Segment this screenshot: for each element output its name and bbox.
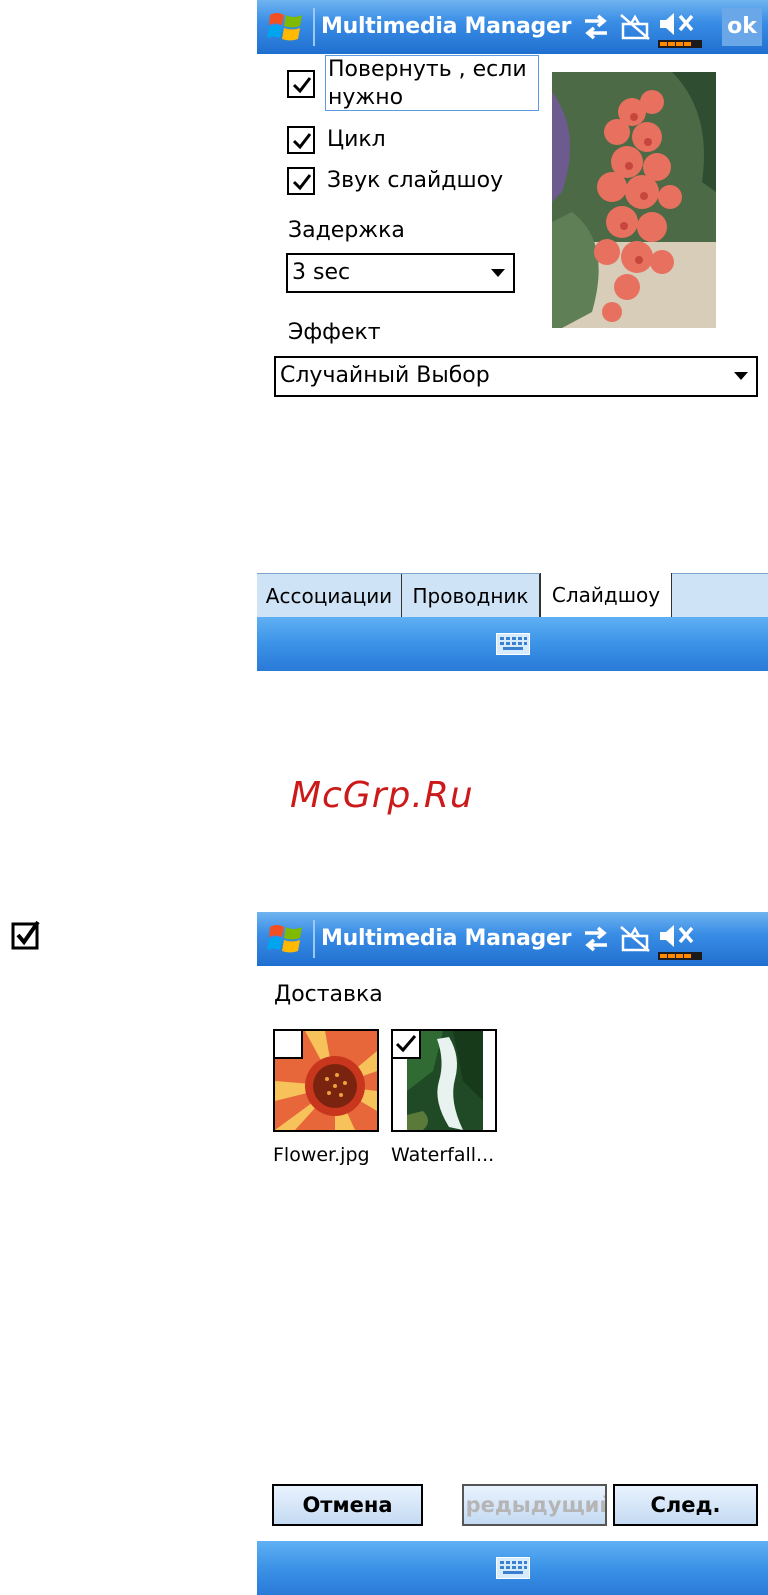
rotate-checkbox[interactable] [287, 70, 315, 98]
tab-strip: Ассоциации Проводник Слайдшоу [257, 573, 768, 619]
cancel-button[interactable]: Отмена [272, 1484, 423, 1526]
delay-value: 3 sec [292, 260, 351, 285]
file-name: Flower.jpg [273, 1144, 370, 1166]
keyboard-icon[interactable] [495, 633, 530, 655]
tab-slideshow[interactable]: Слайдшоу [540, 573, 672, 619]
volume-mute-icon[interactable] [655, 0, 705, 54]
checkbox-icon [11, 920, 41, 950]
loop-checkbox[interactable] [287, 126, 315, 154]
next-button[interactable]: След. [613, 1484, 758, 1526]
ok-button[interactable]: ok [722, 8, 762, 46]
slideshow-sound-checkbox[interactable] [287, 167, 315, 195]
rotate-label[interactable]: Повернуть , если нужно [325, 55, 539, 111]
windows-start-icon[interactable] [261, 912, 311, 966]
file-thumb-waterfall[interactable] [391, 1029, 497, 1132]
loop-label: Цикл [327, 127, 386, 152]
bottom-bar [257, 617, 768, 671]
app-title: Multimedia Manager [321, 926, 572, 951]
tab-explorer[interactable]: Проводник [402, 574, 540, 618]
effect-label: Эффект [288, 320, 381, 345]
effect-value: Случайный Выбор [280, 363, 490, 388]
file-select-checkbox[interactable] [393, 1031, 421, 1059]
chevron-down-icon [491, 269, 505, 277]
title-divider [313, 920, 315, 958]
title-divider [313, 8, 315, 46]
volume-mute-icon[interactable] [655, 912, 705, 966]
title-bar: Multimedia Manager ok [257, 0, 768, 54]
windows-start-icon[interactable] [261, 0, 311, 54]
bottom-bar-2 [257, 1541, 768, 1595]
slideshow-sound-label: Звук слайдшоу [327, 168, 504, 193]
sync-arrows-icon[interactable] [579, 0, 613, 54]
watermark-text: McGrp.Ru [290, 775, 474, 816]
no-signal-icon[interactable] [617, 912, 653, 966]
app-title: Multimedia Manager [321, 14, 572, 39]
file-name: Waterfall... [391, 1144, 495, 1166]
title-bar-2: Multimedia Manager [257, 912, 768, 966]
delay-select[interactable]: 3 sec [286, 253, 515, 293]
effect-select[interactable]: Случайный Выбор [274, 356, 758, 397]
file-select-checkbox[interactable] [275, 1031, 303, 1059]
sync-arrows-icon[interactable] [579, 912, 613, 966]
file-thumb-flower[interactable] [273, 1029, 379, 1132]
delay-label: Задержка [288, 218, 405, 243]
previous-button[interactable]: Предыдущий [462, 1484, 607, 1526]
keyboard-icon[interactable] [495, 1557, 530, 1579]
preview-image [552, 72, 716, 328]
chevron-down-icon [734, 372, 748, 380]
section-label: Доставка [274, 982, 383, 1007]
tab-associations[interactable]: Ассоциации [257, 574, 402, 618]
no-signal-icon[interactable] [617, 0, 653, 54]
